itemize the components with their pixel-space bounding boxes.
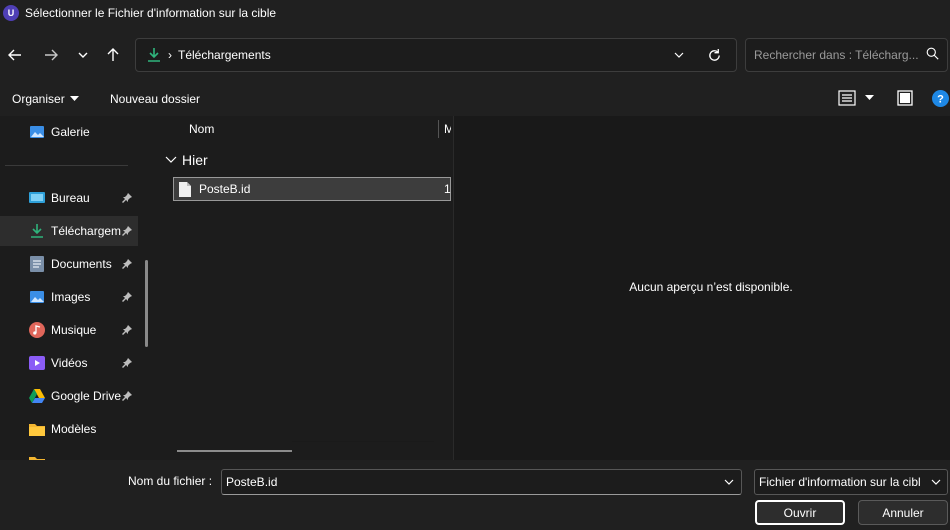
search-icon[interactable] [926,47,939,63]
sidebar-item-label: Bureau [51,191,90,205]
refresh-icon[interactable] [703,44,725,66]
filename-combobox[interactable] [221,469,742,495]
app-icon: U [3,5,19,21]
sidebar-item-desktop[interactable]: Bureau [0,183,138,213]
pin-icon [121,225,133,237]
sidebar-item-videos[interactable]: Vidéos [0,348,138,378]
file-type-select[interactable]: Fichier d'information sur la cibl [754,469,948,495]
file-list: Nom M Hier PosteB.id 1 [157,116,451,460]
videos-icon [28,354,46,372]
filename-label: Nom du fichier : [128,474,213,488]
pin-icon [121,258,133,270]
desktop-icon [28,189,46,207]
column-header-modified[interactable]: M [444,122,451,136]
open-button[interactable]: Ouvrir [755,500,845,525]
sidebar-item-downloads[interactable]: Téléchargem [0,216,138,246]
cancel-button[interactable]: Annuler [858,500,948,525]
images-icon [28,288,46,306]
chevron-down-icon[interactable] [723,476,735,488]
sidebar-scrollbar[interactable] [145,260,148,347]
music-icon [28,321,46,339]
sidebar-item-label: Modèles [51,422,97,436]
chevron-down-icon[interactable] [72,44,94,66]
file-row[interactable]: PosteB.id 1 [173,177,451,201]
up-arrow-icon[interactable] [102,44,124,66]
google-drive-icon [28,387,46,405]
preview-pane-toggle[interactable] [897,90,913,106]
breadcrumb-downloads[interactable]: Téléchargements [178,48,271,62]
organize-button[interactable]: Organiser [12,92,79,106]
dialog-footer: Nom du fichier : Fichier d'information s… [0,460,950,530]
navigation-bar: › Téléchargements [0,26,950,84]
command-bar: Organiser Nouveau dossier ? [0,84,950,116]
search-box[interactable] [745,38,948,72]
sidebar-item-images[interactable]: Images [0,282,138,312]
help-button[interactable]: ? [932,90,949,107]
sidebar-item-music[interactable]: Musique [0,315,138,345]
view-options-button[interactable] [838,90,874,106]
organize-label: Organiser [12,92,65,106]
breadcrumb-separator: › [168,48,172,62]
sidebar-item-templates[interactable]: Modèles [0,414,138,444]
column-header-row: Nom M [157,116,451,142]
address-bar[interactable]: › Téléchargements [135,38,737,72]
sidebar-item-label: Vidéos [51,356,88,370]
file-modified: 1 [444,182,451,196]
sidebar-item-partial[interactable] [0,447,138,460]
help-icon: ? [932,90,949,107]
caret-down-icon [69,96,79,101]
preview-pane-icon [897,90,913,106]
file-icon [179,181,191,197]
sidebar-item-label: Téléchargem [51,224,122,238]
sidebar-item-documents[interactable]: Documents [0,249,138,279]
navigation-sidebar: Galerie Bureau Téléchargem Documents Ima… [0,116,148,460]
sidebar-item-label: Images [51,290,91,304]
horizontal-scrollbar[interactable] [177,450,292,452]
svg-text:?: ? [937,94,944,106]
window-title: Sélectionner le Fichier d'information su… [25,6,277,20]
group-header[interactable]: Hier [165,152,208,168]
chevron-down-icon [165,156,177,163]
filename-field[interactable] [226,475,706,489]
pin-icon [121,357,133,369]
back-arrow-icon[interactable] [4,44,26,66]
address-history-chevron-icon[interactable] [669,45,689,65]
forward-arrow-icon[interactable] [40,44,62,66]
chevron-down-icon [931,479,941,485]
pin-icon [121,192,133,204]
column-divider[interactable] [438,120,439,138]
pin-icon [121,291,133,303]
gallery-icon [28,123,46,141]
no-preview-message: Aucun aperçu n’est disponible. [629,280,793,294]
sidebar-item-google-drive[interactable]: Google Drive [0,381,138,411]
sidebar-item-gallery[interactable]: Galerie [0,117,138,147]
sidebar-item-label: Google Drive [51,389,122,403]
new-folder-button[interactable]: Nouveau dossier [110,92,200,106]
folder-icon [28,420,46,438]
group-label: Hier [182,152,208,168]
folder-icon [28,453,46,460]
column-header-name[interactable]: Nom [189,122,214,136]
sidebar-divider [5,165,128,166]
documents-icon [28,255,46,273]
title-bar: U Sélectionner le Fichier d'information … [0,0,950,26]
sidebar-item-label: Musique [51,323,97,337]
pin-icon [121,324,133,336]
search-input[interactable] [754,48,919,62]
list-view-icon [838,90,856,106]
preview-pane: Aucun aperçu n’est disponible. [453,116,950,460]
file-type-value: Fichier d'information sur la cibl [759,475,921,489]
caret-down-icon [865,95,874,100]
download-icon [146,47,162,63]
horizontal-scroll-track [292,441,434,442]
download-icon [28,222,46,240]
sidebar-item-label: Documents [51,257,112,271]
file-name: PosteB.id [199,182,251,196]
sidebar-item-label: Galerie [51,125,90,139]
pin-icon [121,390,133,402]
